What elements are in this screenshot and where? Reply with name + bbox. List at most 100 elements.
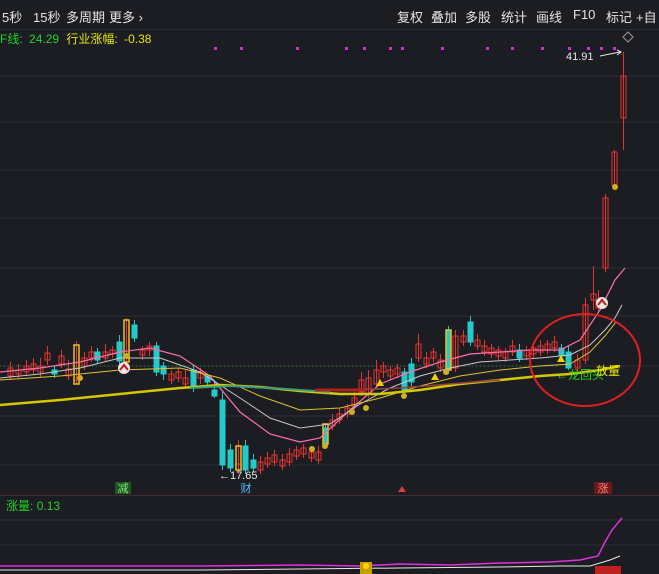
volume-dot [363,563,369,569]
event-marker [345,47,348,50]
more-periods-button[interactable]: 更多 › [109,7,143,26]
signal-dot [612,184,618,190]
event-marker [600,47,603,50]
candle[interactable] [242,440,249,474]
candle[interactable] [315,446,322,464]
volume-line [0,517,623,567]
candle[interactable] [23,360,30,376]
candle[interactable] [286,448,293,466]
candle[interactable] [102,344,109,362]
candle[interactable] [293,446,300,460]
candle-body [227,449,234,469]
candle[interactable] [271,450,278,466]
event-marker [214,47,217,50]
candle[interactable] [131,320,138,342]
buy-signal-icon [596,297,608,309]
candle[interactable] [590,266,597,310]
candle[interactable] [264,452,271,468]
candle-body [211,389,218,397]
multi-period-tab[interactable]: 多周期 [66,7,105,26]
candle[interactable] [116,335,123,364]
signal-dot [363,405,369,411]
overlay-button[interactable]: 叠加 [431,7,457,26]
candle[interactable] [467,316,474,346]
candlestick-chart[interactable]: 41.91←17.65←龙回头放量减财涨 [0,30,659,495]
period-5s-tab[interactable]: 5秒 [2,7,22,26]
signal-dot [401,393,407,399]
f10-button[interactable]: F10 [573,7,595,22]
candle[interactable] [160,362,167,380]
candle[interactable] [523,346,530,360]
buy-signal-icon [118,362,130,374]
event-marker [613,47,616,50]
diamond-icon[interactable] [622,31,634,43]
low-price-label: ←17.65 [219,470,258,482]
high-arrow-icon [599,49,622,57]
high-price-label: 41.91 [566,51,594,63]
candle[interactable] [146,342,153,356]
event-marker [568,47,571,50]
candle[interactable] [415,334,422,362]
event-marker [389,47,392,50]
candle[interactable] [94,348,101,364]
candle[interactable] [620,52,627,150]
candle-body [94,351,101,361]
signal-dot [322,443,328,449]
marker-cai: 财 [241,481,252,495]
multi-stock-button[interactable]: 多股 [465,7,491,26]
candle[interactable] [430,348,437,362]
signal-dot [124,353,130,359]
candle-body [242,445,249,471]
candle[interactable] [537,340,544,356]
event-marker [240,47,243,50]
candle[interactable] [227,444,234,472]
candle[interactable] [153,342,160,376]
candle[interactable] [544,340,551,354]
volume-up-label: 放量 [596,363,620,378]
event-marker [296,47,299,50]
candle[interactable] [509,340,516,356]
candle[interactable] [387,366,394,380]
candle[interactable] [300,444,307,458]
candle[interactable] [495,346,502,360]
candle[interactable] [175,368,182,382]
event-marker [511,47,514,50]
event-marker [441,47,444,50]
candle[interactable] [380,362,387,378]
candle[interactable] [109,346,116,358]
adjust-button[interactable]: 复权 [397,7,423,26]
volume-indicator-chart[interactable] [0,496,659,574]
chart-toolbar: 5秒 15秒 多周期 更多 › 复权 叠加 多股 统计 画线 F10 标记 +自 [0,0,659,30]
marker-zhang: 涨 [598,482,609,495]
signal-dot [309,446,315,452]
event-marker [587,47,590,50]
mark-button[interactable]: 标记 [606,7,632,26]
candle[interactable] [565,346,572,370]
candle[interactable] [602,194,609,272]
marker-jian: 减 [118,482,129,495]
drawing-button[interactable]: 画线 [536,7,562,26]
candle[interactable] [219,392,226,470]
candle[interactable] [488,344,495,358]
candle-body [160,365,167,375]
ma-line-slow [0,364,621,407]
statistics-button[interactable]: 统计 [501,7,527,26]
event-marker [541,47,544,50]
candle[interactable] [168,370,175,384]
triangle-signal [431,373,439,380]
candle[interactable] [182,370,189,388]
custom-button[interactable]: +自 [636,7,657,26]
volume-bar [595,566,621,574]
signal-dot [77,375,83,381]
candle[interactable] [460,330,467,346]
period-15s-tab[interactable]: 15秒 [33,7,60,26]
candle[interactable] [279,454,286,470]
event-marker [363,47,366,50]
event-marker [486,47,489,50]
marker-triangle-icon [398,486,406,492]
candle-body [131,324,138,339]
candle[interactable] [44,346,51,365]
event-marker [401,47,404,50]
candle[interactable] [358,372,365,396]
candle[interactable] [474,334,481,350]
